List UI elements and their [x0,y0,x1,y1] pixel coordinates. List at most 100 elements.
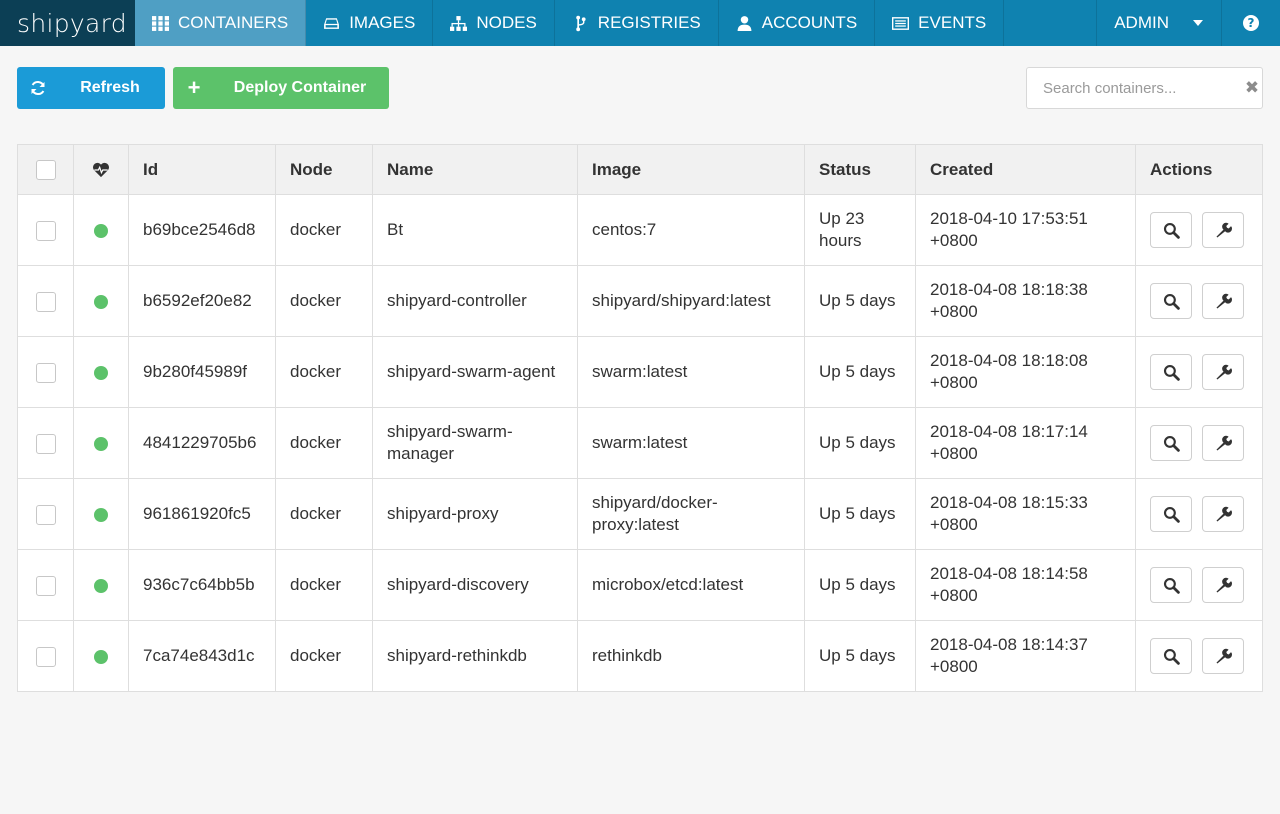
nav-item-label: REGISTRIES [597,13,701,32]
configure-button[interactable] [1202,638,1244,674]
inspect-button[interactable] [1150,283,1192,319]
brand-logo[interactable]: shipyard [0,0,135,46]
nav-item-events[interactable]: EVENTS [875,0,1005,46]
inspect-button[interactable] [1150,638,1192,674]
deploy-container-button[interactable]: + Deploy Container [173,67,389,109]
wrench-icon [1215,435,1232,451]
row-checkbox[interactable] [35,504,56,525]
table-row: 4841229705b6 docker shipyard-swarm-manag… [17,407,1263,479]
configure-button[interactable] [1202,354,1244,390]
row-health-cell [73,620,129,692]
row-checkbox[interactable] [35,646,56,667]
search-icon [1163,435,1180,452]
row-actions [1150,425,1248,461]
header-name[interactable]: Name [372,144,578,195]
nav-item-label: ACCOUNTS [761,13,858,32]
row-select-cell [17,407,74,479]
list-icon [892,16,910,30]
row-health-cell [73,478,129,550]
container-node: docker [275,478,373,550]
container-id[interactable]: 7ca74e843d1c [128,620,276,692]
container-id[interactable]: 961861920fc5 [128,478,276,550]
nav-item-images[interactable]: IMAGES [306,0,434,46]
header-select-all [17,144,74,195]
wrench-icon [1215,222,1232,238]
row-actions-cell [1135,265,1263,337]
refresh-button[interactable]: Refresh [17,67,165,109]
nav-item-nodes[interactable]: NODES [433,0,555,46]
container-name: shipyard-swarm-manager [372,407,578,479]
wrench-icon [1215,364,1232,380]
header-node[interactable]: Node [275,144,373,195]
nav-item-accounts[interactable]: ACCOUNTS [719,0,876,46]
container-name: shipyard-discovery [372,549,578,621]
configure-button[interactable] [1202,567,1244,603]
container-id[interactable]: b6592ef20e82 [128,265,276,337]
inspect-button[interactable] [1150,567,1192,603]
container-node: docker [275,620,373,692]
row-checkbox[interactable] [35,291,56,312]
inspect-button[interactable] [1150,354,1192,390]
user-menu[interactable]: ADMIN [1096,0,1222,46]
container-image: centos:7 [577,194,805,266]
user-menu-label: ADMIN [1114,13,1169,32]
search-box: ✖ [1026,67,1263,109]
container-id[interactable]: b69bce2546d8 [128,194,276,266]
nav-item-label: EVENTS [918,13,987,32]
deploy-label: Deploy Container [233,79,367,96]
container-id[interactable]: 9b280f45989f [128,336,276,408]
row-actions-cell [1135,407,1263,479]
refresh-icon [17,80,59,96]
sitemap-icon [450,15,468,31]
container-id[interactable]: 936c7c64bb5b [128,549,276,621]
row-health-cell [73,336,129,408]
question-icon: ? [1243,15,1259,31]
container-status: Up 5 days [804,407,916,479]
container-id[interactable]: 4841229705b6 [128,407,276,479]
configure-button[interactable] [1202,496,1244,532]
inspect-button[interactable] [1150,425,1192,461]
configure-button[interactable] [1202,283,1244,319]
header-status[interactable]: Status [804,144,916,195]
select-all-checkbox[interactable] [35,159,56,180]
row-actions-cell [1135,620,1263,692]
container-status: Up 5 days [804,336,916,408]
row-select-cell [17,336,74,408]
row-checkbox[interactable] [35,220,56,241]
header-image[interactable]: Image [577,144,805,195]
search-icon [1163,648,1180,665]
row-checkbox[interactable] [35,575,56,596]
header-actions: Actions [1135,144,1263,195]
row-select-cell [17,478,74,550]
clear-icon[interactable]: ✖ [1242,78,1262,98]
row-health-cell [73,407,129,479]
container-name: shipyard-proxy [372,478,578,550]
header-created[interactable]: Created [915,144,1136,195]
inspect-button[interactable] [1150,212,1192,248]
table-row: 961861920fc5 docker shipyard-proxy shipy… [17,478,1263,550]
row-select-cell [17,265,74,337]
container-status: Up 5 days [804,549,916,621]
nav-item-containers[interactable]: CONTAINERS [135,0,307,46]
wrench-icon [1215,577,1232,593]
container-node: docker [275,265,373,337]
header-id[interactable]: Id [128,144,276,195]
row-checkbox[interactable] [35,362,56,383]
hdd-icon [324,17,340,29]
inspect-button[interactable] [1150,496,1192,532]
status-running-dot [94,294,108,309]
configure-button[interactable] [1202,425,1244,461]
help-button[interactable]: ? [1222,0,1280,46]
container-node: docker [275,194,373,266]
container-created: 2018-04-08 18:17:14 +0800 [915,407,1136,479]
nav-item-registries[interactable]: REGISTRIES [555,0,719,46]
heart-icon [93,162,109,178]
nav-item-label: IMAGES [349,13,416,32]
plus-icon: + [187,75,201,100]
row-checkbox[interactable] [35,433,56,454]
search-input[interactable] [1027,79,1242,97]
configure-button[interactable] [1202,212,1244,248]
wrench-icon [1215,506,1232,522]
container-name: shipyard-controller [372,265,578,337]
